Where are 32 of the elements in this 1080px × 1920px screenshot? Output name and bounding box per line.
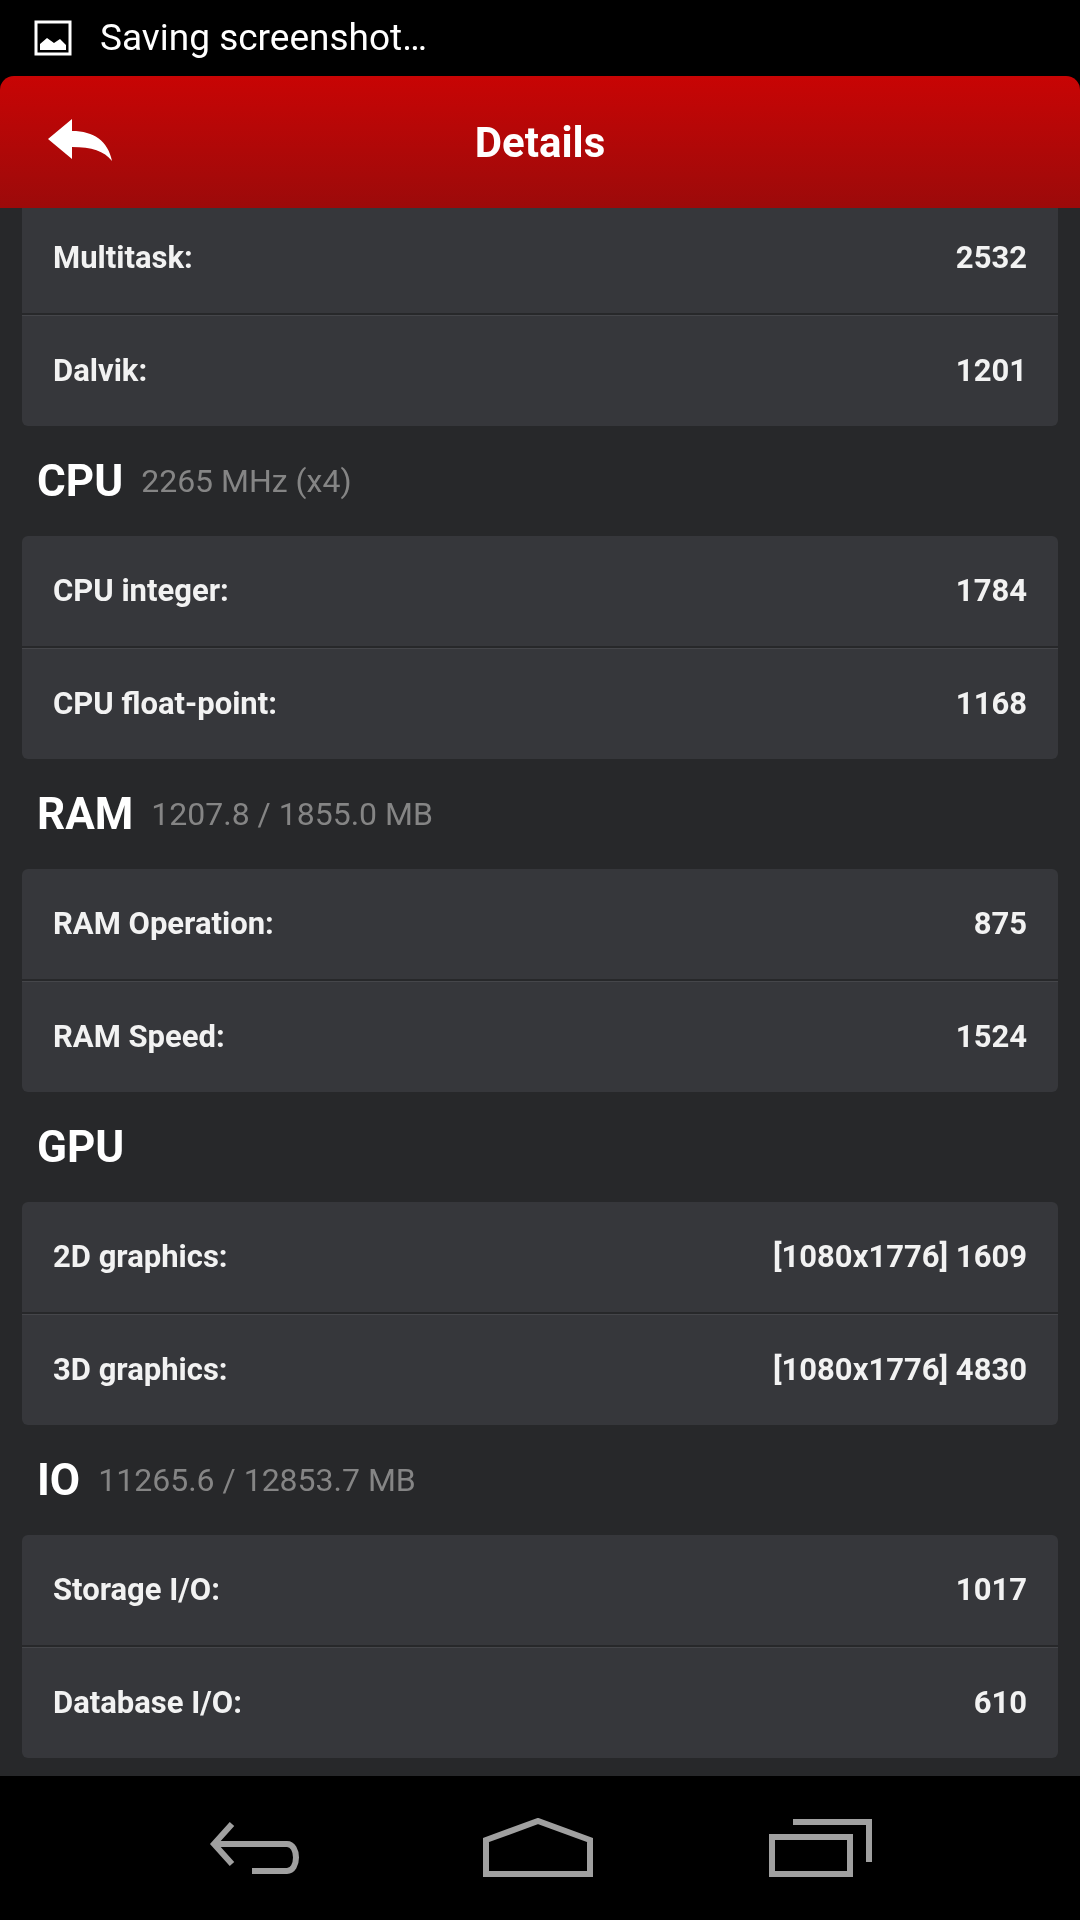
result-value: 1201 xyxy=(955,350,1027,391)
home-icon[interactable] xyxy=(482,1818,594,1878)
section-heading: IO xyxy=(37,1453,81,1508)
result-label: Database I/O: xyxy=(53,1682,242,1723)
section-subtitle: 11265.6 / 12853.7 MB xyxy=(98,1460,416,1501)
result-label: 2D graphics: xyxy=(53,1236,228,1277)
result-value: 875 xyxy=(973,903,1027,944)
result-value: [1080x1776] 1609 xyxy=(772,1236,1027,1277)
result-label: 3D graphics: xyxy=(53,1349,228,1390)
page-title: Details xyxy=(474,116,606,169)
notification-text: Saving screenshot… xyxy=(100,15,427,62)
result-label: Storage I/O: xyxy=(53,1569,220,1610)
recent-apps-icon[interactable] xyxy=(768,1818,873,1878)
result-value: 1168 xyxy=(955,683,1027,724)
section-heading: CPU xyxy=(37,454,124,509)
result-value: 2532 xyxy=(955,237,1027,278)
section-heading: GPU xyxy=(37,1120,125,1175)
result-value: [1080x1776] 4830 xyxy=(772,1349,1027,1390)
result-label: CPU integer: xyxy=(53,570,229,611)
result-value: 1784 xyxy=(955,570,1027,611)
result-label: RAM Operation: xyxy=(53,903,274,944)
result-value: 610 xyxy=(973,1682,1027,1723)
result-label: Dalvik: xyxy=(53,350,148,391)
section-subtitle: 1207.8 / 1855.0 MB xyxy=(151,794,433,835)
result-value: 1017 xyxy=(955,1569,1027,1610)
result-label: RAM Speed: xyxy=(53,1016,225,1057)
image-icon xyxy=(34,20,72,56)
result-value: 1524 xyxy=(955,1016,1027,1057)
section-subtitle: 2265 MHz (x4) xyxy=(141,461,352,502)
result-label: Multitask: xyxy=(53,237,193,278)
result-label: CPU float-point: xyxy=(53,683,277,724)
section-heading: RAM xyxy=(37,787,134,842)
